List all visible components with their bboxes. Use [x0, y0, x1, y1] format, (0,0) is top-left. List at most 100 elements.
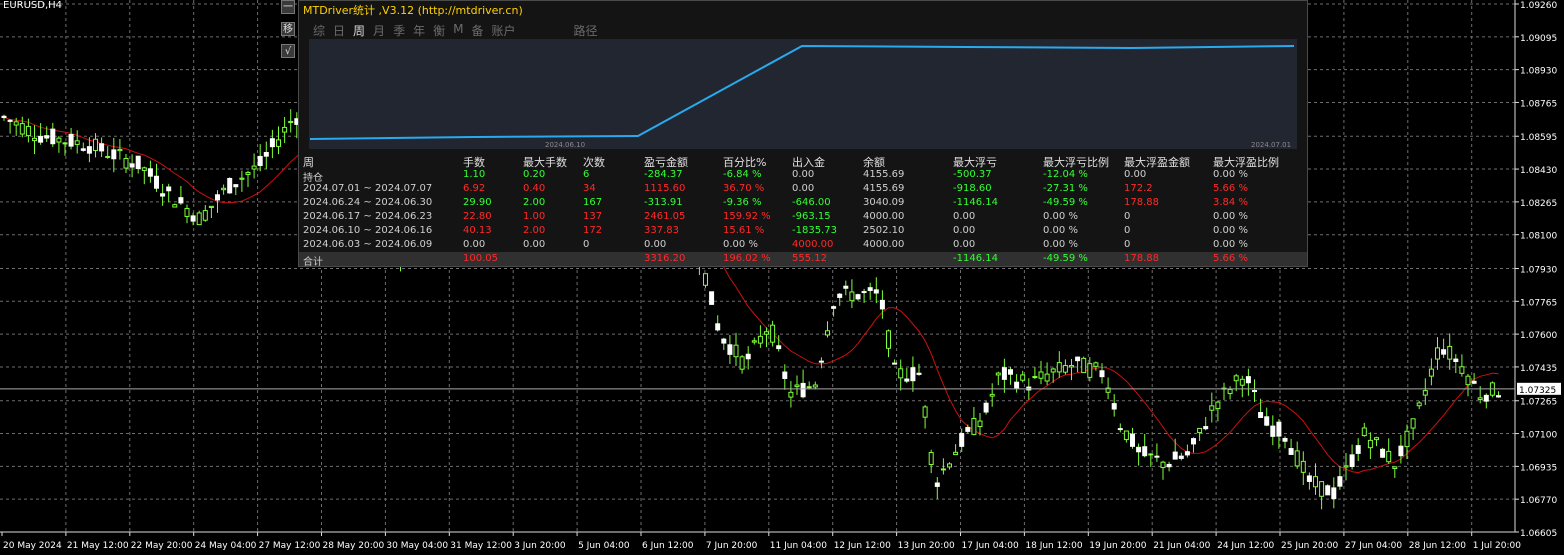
candle-body — [1325, 485, 1331, 496]
tab-1[interactable]: 日 — [333, 22, 345, 39]
candle-body — [1435, 347, 1440, 360]
candle-body — [947, 463, 952, 468]
table-cell: 3316.20 — [644, 253, 686, 264]
table-cell: 5.66 % — [1213, 183, 1248, 194]
table-cell: 15.61 % — [723, 225, 765, 236]
candle-body — [1453, 358, 1459, 363]
candle-body — [757, 335, 763, 344]
candle-body — [1331, 487, 1337, 500]
candle-body — [208, 205, 214, 208]
tab-8[interactable]: 备 — [471, 22, 483, 39]
price-label: 1.08930 — [1520, 67, 1557, 77]
move-button[interactable]: 移 — [281, 22, 295, 36]
candle-body — [263, 152, 269, 157]
table-cell: 172.2 — [1124, 183, 1153, 194]
candle-body — [745, 353, 751, 360]
candle-body — [141, 167, 147, 171]
table-row: 2024.06.10 ~ 2024.06.16 40.13 2.00 172 337.8… — [299, 224, 1307, 238]
table-cell: 0.20 — [523, 169, 546, 180]
time-label: 20 May 2024 — [3, 541, 62, 551]
panel-title: MTDriver统计 ,V3.12 (http://mtdriver.cn) — [303, 4, 523, 17]
candle-body — [154, 175, 159, 189]
candle-body — [1154, 455, 1160, 458]
candle-body — [898, 368, 904, 379]
table-cell: 0.00 — [523, 239, 546, 250]
tab-5[interactable]: 年 — [413, 22, 425, 39]
candle-body — [806, 386, 812, 389]
table-cell: 0.00 % — [1043, 211, 1078, 222]
candle-body — [1197, 427, 1203, 434]
table-cell: -9.36 % — [723, 197, 762, 208]
candle-body — [1044, 373, 1050, 382]
candle-body — [733, 344, 739, 358]
candle-body — [825, 330, 830, 336]
table-cell: 2024.06.17 ~ 2024.06.23 — [303, 211, 433, 222]
equity-line — [309, 44, 1295, 140]
table-cell: -27.31 % — [1043, 183, 1088, 194]
price-label: 1.08595 — [1520, 133, 1557, 143]
tab-3[interactable]: 月 — [373, 22, 385, 39]
tab-4[interactable]: 季 — [393, 22, 405, 39]
time-label: 5 Jun 04:00 — [578, 541, 630, 551]
table-cell: -918.60 — [953, 183, 992, 194]
candle-body — [129, 163, 135, 168]
candle-body — [1, 115, 7, 119]
candle-body — [1349, 454, 1355, 468]
candle-body — [1215, 401, 1221, 410]
table-cell: 34 — [583, 183, 596, 194]
candle-body — [1483, 394, 1489, 402]
price-label: 1.07765 — [1520, 298, 1557, 308]
candle-body — [215, 194, 220, 201]
table-cell: 167 — [583, 197, 603, 208]
candle-body — [1264, 416, 1270, 426]
time-label: 21 May 12:00 — [67, 541, 129, 551]
candle-body — [818, 360, 824, 363]
candle-body — [715, 323, 721, 331]
price-label: 1.07435 — [1520, 364, 1557, 374]
candle-body — [1020, 374, 1026, 381]
price-label: 1.08430 — [1520, 166, 1557, 176]
table-cell: 0.00 — [463, 239, 486, 250]
minimize-button[interactable]: 一 — [281, 0, 295, 14]
candle-body — [934, 482, 940, 487]
candle-body — [86, 146, 92, 154]
candle-body — [105, 155, 111, 158]
table-cell: 0.00 — [792, 169, 815, 180]
tab-2[interactable]: 周 — [353, 22, 365, 39]
tab-6[interactable]: 衡 — [433, 22, 445, 39]
table-cell: -6.84 % — [723, 169, 762, 180]
candle-body — [257, 155, 263, 167]
candle-body — [245, 172, 251, 175]
candle-body — [1117, 428, 1123, 431]
candle-body — [1422, 390, 1428, 396]
candle-body — [233, 184, 239, 188]
tab-10[interactable]: 路径 — [574, 22, 598, 39]
time-label: 18 Jun 12:00 — [1025, 541, 1082, 551]
tab-0[interactable]: 综 — [313, 22, 325, 39]
price-label: 1.08265 — [1520, 199, 1557, 209]
candle-body — [1172, 451, 1178, 460]
table-row: 2024.06.03 ~ 2024.06.09 0.00 0.00 0 0.00 0.00… — [299, 238, 1307, 252]
table-cell: 0.00 — [792, 183, 815, 194]
table-cell: -1146.14 — [953, 253, 998, 264]
confirm-button[interactable]: √ — [281, 44, 295, 58]
candle-body — [770, 324, 776, 343]
candle-body — [849, 291, 855, 302]
candle-body — [135, 155, 141, 170]
candle-body — [1282, 438, 1288, 442]
candle-body — [959, 433, 965, 447]
candle-body — [953, 451, 959, 456]
time-label: 22 May 20:00 — [131, 541, 193, 551]
candle-body — [1410, 418, 1416, 429]
time-label: 13 Jun 20:00 — [898, 541, 955, 551]
candle-body — [117, 148, 123, 152]
candle-body — [1184, 451, 1190, 456]
tab-9[interactable]: 账户 — [491, 22, 515, 39]
candle-body — [776, 345, 782, 350]
time-label: 28 Jun 12:00 — [1409, 541, 1466, 551]
table-cell: 0.00 — [953, 225, 976, 236]
table-cell: 2024.06.24 ~ 2024.06.30 — [303, 197, 433, 208]
candle-body — [703, 273, 708, 286]
tab-7[interactable]: M — [453, 22, 463, 39]
candle-body — [32, 137, 37, 142]
